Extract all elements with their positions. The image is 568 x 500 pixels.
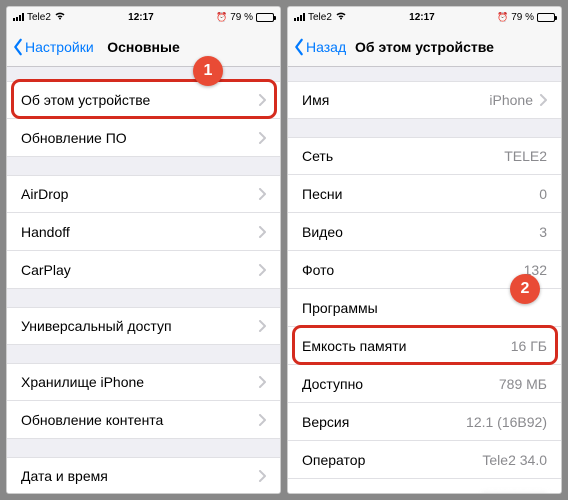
row-value: 789 МБ — [499, 376, 547, 392]
alarm-icon: ⏰ — [497, 12, 508, 23]
row-accessibility[interactable]: Универсальный доступ — [7, 307, 280, 345]
row-label: Программы — [302, 300, 378, 316]
row-label: Песни — [302, 186, 342, 202]
status-bar: Tele2 12:17 ⏰ 79 % — [288, 7, 561, 27]
phone-general: Tele2 12:17 ⏰ 79 % Настройки Основные Об… — [6, 6, 281, 494]
row-value: TELE2 — [504, 148, 547, 164]
row-label: Модель — [302, 490, 352, 494]
back-label: Назад — [306, 39, 346, 55]
row-version[interactable]: Версия 12.1 (16B92) — [288, 403, 561, 441]
row-airdrop[interactable]: AirDrop — [7, 175, 280, 213]
badge-2: 2 — [510, 274, 540, 304]
row-label: Емкость памяти — [302, 338, 406, 354]
status-bar: Tele2 12:17 ⏰ 79 % — [7, 7, 280, 27]
row-value: XXXXXXX — [482, 490, 547, 494]
row-background-refresh[interactable]: Обновление контента — [7, 401, 280, 439]
badge-1: 1 — [193, 56, 223, 86]
back-label: Настройки — [25, 39, 94, 55]
row-value: 0 — [539, 186, 547, 202]
row-label: Сеть — [302, 148, 333, 164]
navbar: Настройки Основные — [7, 27, 280, 67]
chevron-right-icon — [258, 226, 266, 238]
row-label: Оператор — [302, 452, 365, 468]
chevron-right-icon — [258, 376, 266, 388]
chevron-right-icon — [258, 470, 266, 482]
row-videos[interactable]: Видео 3 — [288, 213, 561, 251]
signal-icon — [13, 13, 24, 21]
chevron-right-icon — [258, 320, 266, 332]
row-name[interactable]: Имя iPhone — [288, 81, 561, 119]
row-software-update[interactable]: Обновление ПО — [7, 119, 280, 157]
row-iphone-storage[interactable]: Хранилище iPhone — [7, 363, 280, 401]
chevron-right-icon — [258, 188, 266, 200]
row-label: Обновление контента — [21, 412, 163, 428]
chevron-right-icon — [258, 132, 266, 144]
row-network[interactable]: Сеть TELE2 — [288, 137, 561, 175]
row-label: Handoff — [21, 224, 70, 240]
row-model[interactable]: Модель XXXXXXX — [288, 479, 561, 493]
row-label: Обновление ПО — [21, 130, 127, 146]
chevron-left-icon — [292, 38, 306, 56]
row-label: Видео — [302, 224, 343, 240]
row-label: Доступно — [302, 376, 363, 392]
row-carrier[interactable]: Оператор Tele2 34.0 — [288, 441, 561, 479]
back-button[interactable]: Назад — [288, 38, 346, 56]
row-available[interactable]: Доступно 789 МБ — [288, 365, 561, 403]
battery-percent: 79 % — [230, 12, 253, 23]
signal-icon — [294, 13, 305, 21]
carrier-label: Tele2 — [308, 12, 332, 23]
row-label: AirDrop — [21, 186, 68, 202]
row-label: Дата и время — [21, 468, 108, 484]
phone-about: Tele2 12:17 ⏰ 79 % Назад Об этом устройс… — [287, 6, 562, 494]
navbar: Назад Об этом устройстве — [288, 27, 561, 67]
row-value: 16 ГБ — [511, 338, 547, 354]
battery-icon — [537, 13, 555, 22]
row-value: 3 — [539, 224, 547, 240]
row-label: Универсальный доступ — [21, 318, 172, 334]
row-label: Имя — [302, 92, 329, 108]
row-date-time[interactable]: Дата и время — [7, 457, 280, 493]
chevron-right-icon — [539, 94, 547, 106]
chevron-right-icon — [258, 264, 266, 276]
row-label: Фото — [302, 262, 334, 278]
wifi-icon — [54, 11, 66, 23]
row-songs[interactable]: Песни 0 — [288, 175, 561, 213]
row-handoff[interactable]: Handoff — [7, 213, 280, 251]
row-label: Об этом устройстве — [21, 92, 150, 108]
clock: 12:17 — [409, 12, 435, 23]
row-value: iPhone — [489, 92, 533, 108]
row-value: 12.1 (16B92) — [466, 414, 547, 430]
row-label: Хранилище iPhone — [21, 374, 144, 390]
row-label: CarPlay — [21, 262, 71, 278]
row-capacity[interactable]: Емкость памяти 16 ГБ — [288, 327, 561, 365]
row-value: Tele2 34.0 — [482, 452, 547, 468]
row-label: Версия — [302, 414, 349, 430]
chevron-right-icon — [258, 414, 266, 426]
battery-icon — [256, 13, 274, 22]
row-carplay[interactable]: CarPlay — [7, 251, 280, 289]
chevron-left-icon — [11, 38, 25, 56]
battery-percent: 79 % — [511, 12, 534, 23]
carrier-label: Tele2 — [27, 12, 51, 23]
chevron-right-icon — [258, 94, 266, 106]
content-area: Об этом устройстве Обновление ПО AirDrop… — [7, 67, 280, 493]
wifi-icon — [335, 11, 347, 23]
back-button[interactable]: Настройки — [7, 38, 94, 56]
alarm-icon: ⏰ — [216, 12, 227, 23]
row-about[interactable]: Об этом устройстве — [7, 81, 280, 119]
clock: 12:17 — [128, 12, 154, 23]
